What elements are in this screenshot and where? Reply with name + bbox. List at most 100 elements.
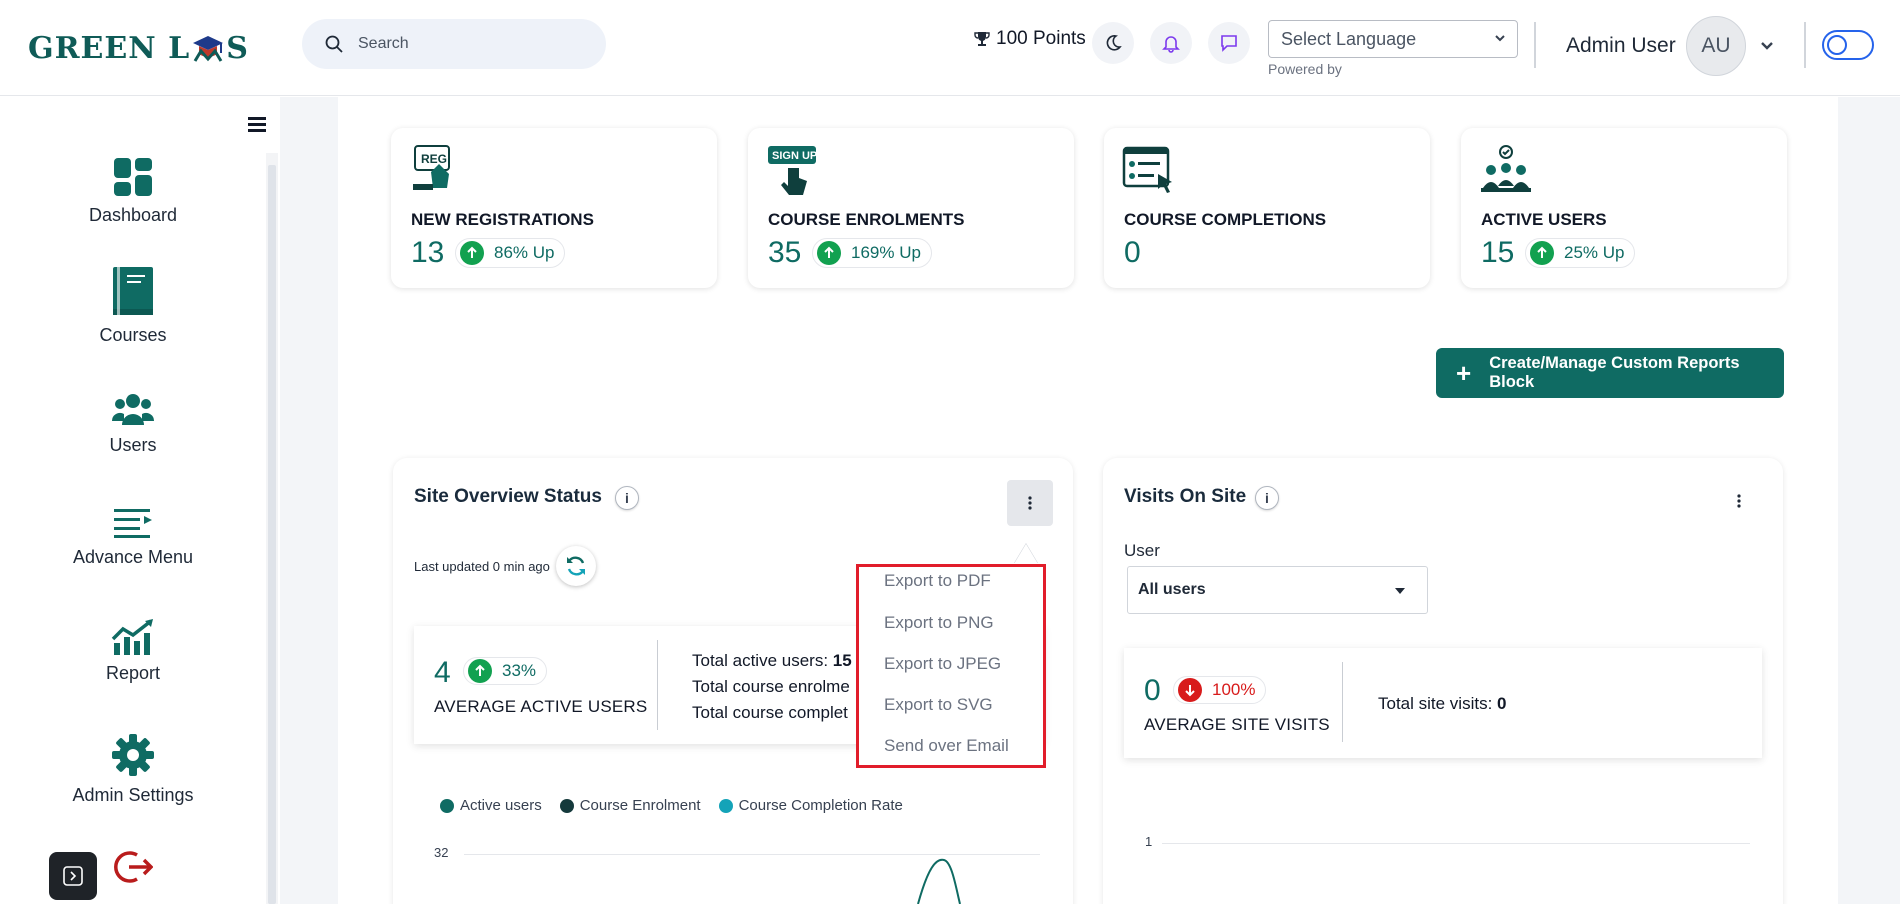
green-lms-logo[interactable]: GREEN L S [28, 28, 249, 68]
theme-toggle[interactable] [1822, 30, 1874, 60]
legend-item-course-completion-rate[interactable]: Course Completion Rate [718, 797, 903, 814]
export-svg-option[interactable]: Export to SVG [884, 695, 993, 715]
info-icon[interactable]: i [615, 486, 639, 510]
logo-text-left: GREEN L [28, 30, 191, 66]
language-select[interactable]: Select Language [1268, 20, 1518, 58]
total-course-completions: Total course complet [692, 703, 848, 722]
language-select-value: Select Language [1281, 28, 1417, 49]
active-users-icon [1481, 145, 1531, 192]
arrow-up-icon [460, 241, 484, 265]
legend-item-course-enrolment[interactable]: Course Enrolment [559, 797, 701, 814]
dark-mode-button[interactable] [1092, 22, 1134, 64]
legend-dot [440, 798, 454, 813]
graduation-cap-icon [191, 33, 225, 63]
avg-active-users-label: AVERAGE ACTIVE USERS [434, 697, 648, 716]
user-menu-chevron-icon[interactable] [1758, 36, 1776, 54]
sidebar-item-users[interactable]: Users [0, 391, 266, 456]
scrollbar-thumb[interactable] [268, 165, 276, 904]
panel-title: Visits On Site [1124, 486, 1247, 507]
legend-item-active-users[interactable]: Active users [440, 797, 542, 814]
stat-card-course-enrolments[interactable]: SIGN UP COURSE ENROLMENTS 35 169% Up [748, 128, 1074, 288]
stat-title: COURSE COMPLETIONS [1124, 210, 1327, 229]
avatar[interactable]: AU [1686, 16, 1746, 76]
stat-title: ACTIVE USERS [1481, 210, 1607, 229]
avg-site-visits-value: 0 [1144, 674, 1161, 707]
chart-gridline [464, 854, 1040, 855]
avg-visits-change-text: 100% [1212, 680, 1256, 699]
stat-change-badge: 25% Up [1525, 238, 1636, 268]
stat-card-course-completions[interactable]: COURSE COMPLETIONS 0 [1104, 128, 1430, 288]
sidebar-item-dashboard[interactable]: Dashboard [0, 157, 266, 226]
export-png-option[interactable]: Export to PNG [884, 613, 994, 633]
total-site-visits: Total site visits: 0 [1378, 694, 1507, 714]
export-pdf-option[interactable]: Export to PDF [884, 571, 991, 591]
chart-legend: Active users Course Enrolment Course Com… [440, 797, 921, 814]
legend-label: Course Enrolment [579, 797, 701, 814]
total-site-visits-value: 0 [1497, 694, 1507, 713]
logout-icon [114, 851, 153, 883]
user-name[interactable]: Admin User [1566, 34, 1676, 58]
create-custom-reports-button[interactable]: + Create/Manage Custom Reports Block [1436, 348, 1784, 398]
legend-label: Active users [460, 797, 542, 814]
search-icon [325, 35, 343, 53]
refresh-icon [567, 556, 585, 576]
toggle-knob [1827, 35, 1847, 55]
plus-icon: + [1456, 358, 1472, 388]
avg-visits-change-badge: 100% [1173, 676, 1267, 704]
top-header: GREEN L S 100 Points Select Language Pow… [0, 0, 1900, 96]
kebab-menu-icon[interactable] [1737, 494, 1741, 508]
chart-icon [111, 619, 153, 655]
sidebar-item-logout[interactable] [0, 849, 266, 885]
hamburger-menu-icon[interactable] [248, 117, 266, 133]
book-icon [113, 267, 153, 315]
total-active-users-value: 15 [832, 651, 852, 670]
total-active-users-label: Total active users: [692, 651, 833, 670]
sidebar-item-label: Courses [99, 325, 167, 345]
panel-options-button[interactable] [1007, 480, 1053, 526]
stat-value: 0 [1124, 236, 1141, 269]
sidebar-item-admin-settings[interactable]: Admin Settings [0, 733, 266, 806]
moon-icon [1106, 35, 1122, 51]
legend-dot [718, 798, 733, 813]
avg-site-visits-label: AVERAGE SITE VISITS [1144, 715, 1330, 734]
avg-change-text: 33% [502, 661, 537, 680]
refresh-button[interactable] [556, 546, 596, 586]
main-left-gutter [280, 97, 338, 904]
svg-text:SIGN UP: SIGN UP [772, 150, 817, 162]
export-jpeg-option[interactable]: Export to JPEG [884, 654, 1001, 674]
stat-card-active-users[interactable]: ACTIVE USERS 15 25% Up [1461, 128, 1787, 288]
chart-line-active-users [917, 858, 961, 904]
sidebar: Dashboard Courses Users Advance Menu Rep… [0, 97, 280, 904]
total-site-visits-label: Total site visits: [1378, 694, 1498, 713]
search-input[interactable] [358, 35, 578, 53]
messages-button[interactable] [1208, 22, 1250, 64]
sign-up-icon: SIGN UP [768, 146, 817, 195]
arrow-up-icon [468, 659, 492, 683]
create-button-label: Create/Manage Custom Reports Block [1489, 354, 1740, 391]
powered-by-label: Powered by [1268, 61, 1342, 77]
notifications-button[interactable] [1150, 22, 1192, 64]
sidebar-item-advance-menu[interactable]: Advance Menu [0, 507, 266, 568]
points-badge[interactable]: 100 Points [974, 28, 1086, 50]
stat-card-new-registrations[interactable]: REG NEW REGISTRATIONS 13 86% Up [391, 128, 717, 288]
search-bar[interactable] [302, 19, 606, 69]
stat-change-text: 25% Up [1564, 243, 1625, 262]
logo-text-right: S [226, 30, 249, 66]
user-filter-label: User [1124, 541, 1160, 560]
expand-icon [63, 866, 83, 886]
sidebar-item-report[interactable]: Report [0, 619, 266, 684]
card-divider [657, 640, 658, 730]
gear-icon [112, 734, 154, 776]
sidebar-item-courses[interactable]: Courses [0, 265, 266, 346]
avg-active-change-badge: 33% [463, 657, 548, 685]
expand-panel-button[interactable] [49, 852, 97, 900]
sidebar-item-label: Dashboard [88, 205, 178, 225]
total-course-enrolments: Total course enrolme [692, 677, 850, 696]
send-email-option[interactable]: Send over Email [884, 736, 1009, 756]
main-right-gutter [1838, 97, 1900, 904]
sidebar-scrollbar[interactable] [266, 153, 278, 904]
info-icon[interactable]: i [1255, 486, 1279, 510]
arrow-up-icon [1530, 241, 1554, 265]
user-filter-select[interactable]: All users [1127, 566, 1428, 614]
trophy-icon [974, 32, 990, 46]
